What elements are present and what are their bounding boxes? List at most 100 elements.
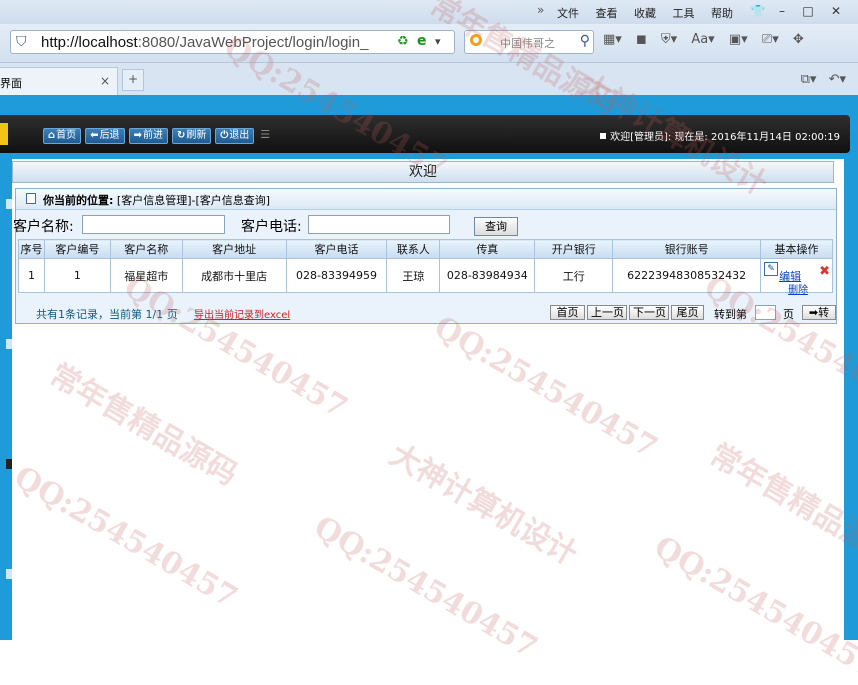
refresh-icon: ↻ (176, 130, 186, 141)
tab-tools: ⧉▾ ↶▾ (801, 72, 846, 87)
page-number-input[interactable] (755, 305, 776, 320)
header-code: 客户编号 (43, 239, 111, 259)
cell-code: 1 (43, 258, 111, 293)
menu-help[interactable]: 帮助 (711, 7, 733, 20)
menu-file[interactable]: 文件 (557, 7, 579, 20)
translate-icon[interactable]: Aa▾ (691, 32, 714, 47)
breadcrumb-path: [客户信息管理]-[客户信息查询] (116, 194, 271, 207)
header-contact: 联系人 (386, 239, 441, 259)
header-no: 序号 (18, 239, 45, 259)
prev-page-button[interactable]: 上一页 (587, 305, 627, 320)
breadcrumb: 你当前的位置: [客户信息管理]-[客户信息查询] (16, 189, 836, 210)
menu-overflow-icon[interactable]: » (537, 3, 544, 17)
header-phone: 客户电话 (285, 239, 388, 259)
menu-view[interactable]: 查看 (596, 7, 618, 20)
address-field[interactable]: ⛉ http://localhost:8080/JavaWebProject/l… (10, 30, 455, 54)
tab-current[interactable]: 界面 × (0, 67, 118, 95)
logout-button[interactable]: ⏻退出 (215, 128, 255, 144)
undo-close-icon[interactable]: ↶▾ (829, 72, 846, 87)
more-icon[interactable]: ✥ (793, 32, 804, 47)
screenshot-icon[interactable]: ⎚▾ (762, 32, 779, 47)
search-box[interactable]: 中国伟哥之 ⚲ (464, 30, 594, 54)
header-bank: 开户银行 (534, 239, 614, 259)
browser-toolbar: ▦▾ ◼ ⛨▾ Aa▾ ▣▾ ⎚▾ ✥ (603, 32, 814, 47)
last-page-button[interactable]: 尾页 (671, 305, 704, 320)
customer-phone-label: 客户电话: (241, 219, 302, 235)
compat-icon[interactable]: ♻ (397, 34, 409, 49)
menu-favorites[interactable]: 收藏 (634, 7, 656, 20)
tab-close-icon[interactable]: × (100, 74, 110, 88)
cell-bank: 工行 (534, 258, 614, 293)
search-icon[interactable]: ⚲ (580, 33, 590, 49)
cell-name: 福星超市 (109, 258, 183, 293)
home-icon: ⌂ (48, 130, 56, 141)
go-button[interactable]: ➡转 (802, 305, 836, 320)
power-icon: ⏻ (220, 130, 229, 141)
content-frame: 欢迎 你当前的位置: [客户信息管理]-[客户信息查询] 客户名称: 客户电话:… (12, 159, 858, 640)
back-button[interactable]: ⬅后退 (85, 128, 125, 144)
customer-name-input[interactable] (82, 215, 225, 234)
web-page: ⌂首页 ⬅后退 ➡前进 ↻刷新 ⏻退出 ☰ 欢迎[管理员]: 现在是: 2016年11月1… (0, 95, 858, 640)
cell-account: 62223948308532432 (612, 258, 762, 293)
pager: 共有1条记录，当前第 1/1 页 导出当前记录到excel 首页 上一页 下一页… (16, 303, 836, 323)
security-icon[interactable]: ⛨▾ (661, 32, 677, 47)
cell-contact: 王琼 (386, 258, 441, 293)
book-icon (26, 193, 36, 204)
query-button[interactable]: 查询 (474, 217, 518, 236)
tools-icon[interactable]: ▣▾ (729, 32, 748, 47)
new-tab-button[interactable]: + (122, 69, 144, 91)
top-nav-bar: ⌂首页 ⬅后退 ➡前进 ↻刷新 ⏻退出 ☰ 欢迎[管理员]: 现在是: 2016年11月1… (0, 115, 850, 153)
customer-table: 序号 客户编号 客户名称 客户地址 客户电话 联系人 传真 开户银行 银行账号 … (18, 239, 833, 296)
minimize-button[interactable]: – (772, 3, 792, 19)
cell-no: 1 (18, 258, 45, 293)
tab-strip: 界面 × + ⧉▾ ↶▾ (0, 63, 858, 95)
tab-list-icon[interactable]: ⧉▾ (801, 72, 817, 87)
customer-name-label: 客户名称: (13, 219, 74, 235)
back-arrow-icon: ⬅ (90, 130, 99, 141)
cell-ops: ✎ 编辑 删除 ✖ (760, 258, 833, 296)
url-text: http://localhost:8080/JavaWebProject/log… (41, 34, 369, 51)
forward-button[interactable]: ➡前进 (128, 128, 168, 144)
skin-icon[interactable]: 👕 (748, 3, 768, 19)
cell-address: 成都市十里店 (181, 258, 287, 293)
menu-tools[interactable]: 工具 (673, 7, 695, 20)
header-address: 客户地址 (181, 239, 287, 259)
apps-icon[interactable]: ▦▾ (603, 32, 622, 47)
current-datetime: 2016年11月14日 02:00:19 (711, 132, 840, 143)
page-unit-label: 页 (783, 308, 794, 321)
tab-title: 界面 (0, 77, 22, 90)
header-account: 银行账号 (612, 239, 762, 259)
table-header-row: 序号 客户编号 客户名称 客户地址 客户电话 联系人 传真 开户银行 银行账号 … (18, 239, 833, 259)
cell-phone: 028-83394959 (285, 258, 388, 293)
next-page-button[interactable]: 下一页 (629, 305, 669, 320)
table-row: 1 1 福星超市 成都市十里店 028-83394959 王琼 028-8398… (18, 258, 833, 296)
ie-mode-icon[interactable]: e (417, 33, 427, 49)
search-input[interactable]: 中国伟哥之 (500, 35, 555, 51)
welcome-status: 欢迎[管理员]: 现在是: 2016年11月14日 02:00:19 (600, 128, 840, 143)
header-ops: 基本操作 (760, 239, 833, 259)
customer-phone-input[interactable] (308, 215, 450, 234)
close-window-button[interactable]: ✕ (826, 3, 846, 19)
refresh-button[interactable]: ↻刷新 (171, 128, 212, 144)
address-dropdown-icon[interactable]: ▾ (435, 35, 441, 48)
left-frame-strip (0, 159, 12, 640)
browser-menu: 文件 查看 收藏 工具 帮助 (557, 5, 746, 21)
export-excel-link[interactable]: 导出当前记录到excel (194, 306, 290, 321)
security-shield-icon: ⛉ (16, 34, 27, 50)
customer-query-panel: 你当前的位置: [客户信息管理]-[客户信息查询] 客户名称: 客户电话: 查询… (13, 188, 837, 324)
pencil-icon[interactable]: ✎ (764, 262, 779, 276)
delete-x-icon[interactable]: ✖ (819, 264, 830, 279)
maximize-button[interactable]: □ (798, 3, 818, 19)
breadcrumb-text: 你当前的位置: [客户信息管理]-[客户信息查询] (43, 192, 270, 208)
goto-label: 转到第 (714, 308, 747, 321)
menu-lines-icon[interactable]: ☰ (260, 128, 270, 141)
forward-arrow-icon: ➡ (133, 130, 142, 141)
first-page-button[interactable]: 首页 (550, 305, 585, 320)
nav-buttons: ⌂首页 ⬅后退 ➡前进 ↻刷新 ⏻退出 ☰ (43, 128, 270, 144)
home-button[interactable]: ⌂首页 (43, 128, 82, 144)
search-engine-icon[interactable] (470, 34, 482, 46)
delete-link[interactable]: 删除 (788, 281, 808, 296)
breadcrumb-label: 你当前的位置: (43, 194, 114, 207)
addon-icon[interactable]: ◼ (636, 32, 647, 47)
bullet-icon (600, 133, 607, 139)
